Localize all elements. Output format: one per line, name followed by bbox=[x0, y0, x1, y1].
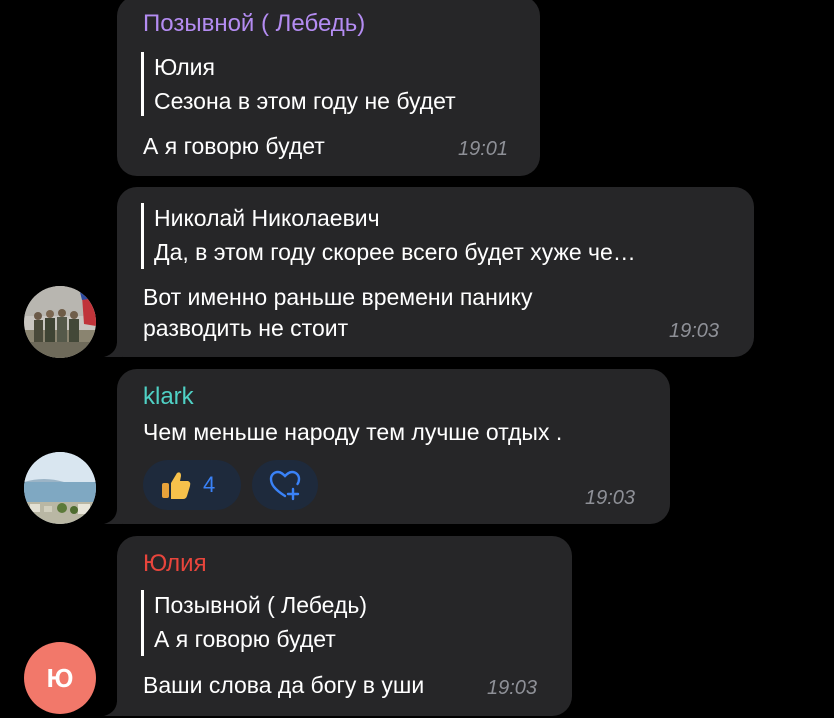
message-text-line-1: Вот именно раньше времени панику bbox=[143, 284, 533, 310]
reply-quote[interactable]: Позывной ( Лебедь) А я говорю будет bbox=[141, 590, 367, 656]
avatar-initials: Ю bbox=[46, 662, 74, 693]
message-bubble[interactable]: Николай Николаевич Да, в этом году скоре… bbox=[117, 187, 754, 357]
reply-quote[interactable]: Николай Николаевич Да, в этом году скоре… bbox=[141, 203, 636, 269]
message-bubble[interactable]: klark Чем меньше народу тем лучше отдых … bbox=[117, 369, 670, 524]
message-text: Ваши слова да богу в уши bbox=[143, 672, 425, 698]
seaside-photo-avatar[interactable] bbox=[24, 452, 96, 524]
reply-quote[interactable]: Юлия Сезона в этом году не будет bbox=[141, 52, 456, 116]
thumbs-up-icon bbox=[159, 468, 193, 502]
heart-plus-icon bbox=[268, 468, 302, 502]
reply-text: Сезона в этом году не будет bbox=[154, 88, 456, 114]
initials-avatar[interactable]: Ю bbox=[24, 642, 96, 714]
soldiers-photo-avatar[interactable] bbox=[24, 286, 96, 358]
reply-author: Позывной ( Лебедь) bbox=[154, 592, 368, 618]
bubble-tail bbox=[104, 698, 122, 716]
message-time: 19:03 bbox=[669, 320, 720, 342]
bubble-tail bbox=[104, 506, 122, 524]
reply-text: А я говорю будет bbox=[154, 626, 336, 652]
message-time: 19:01 bbox=[458, 138, 509, 160]
reaction-thumbs-up[interactable]: 4 bbox=[143, 460, 241, 510]
reply-author: Юлия bbox=[154, 54, 215, 80]
add-reaction-button[interactable] bbox=[252, 460, 318, 510]
sender-name[interactable]: Позывной ( Лебедь) bbox=[143, 10, 365, 38]
message-bubble[interactable]: Юлия Позывной ( Лебедь) А я говорю будет… bbox=[117, 536, 572, 716]
message-text: А я говорю будет bbox=[143, 133, 325, 159]
sender-name[interactable]: klark bbox=[143, 383, 194, 411]
message-time: 19:03 bbox=[487, 677, 538, 699]
message-text-line-2: разводить не стоит bbox=[143, 315, 349, 341]
reply-author: Николай Николаевич bbox=[154, 205, 380, 231]
sender-name[interactable]: Юлия bbox=[143, 550, 207, 578]
message-bubble[interactable]: Позывной ( Лебедь) Юлия Сезона в этом го… bbox=[117, 0, 540, 176]
message-text: Чем меньше народу тем лучше отдых . bbox=[143, 419, 563, 445]
message-time: 19:03 bbox=[585, 487, 636, 509]
bubble-tail bbox=[104, 339, 122, 357]
reaction-count: 4 bbox=[203, 472, 216, 497]
reply-text: Да, в этом году скорее всего будет хуже … bbox=[154, 239, 636, 265]
